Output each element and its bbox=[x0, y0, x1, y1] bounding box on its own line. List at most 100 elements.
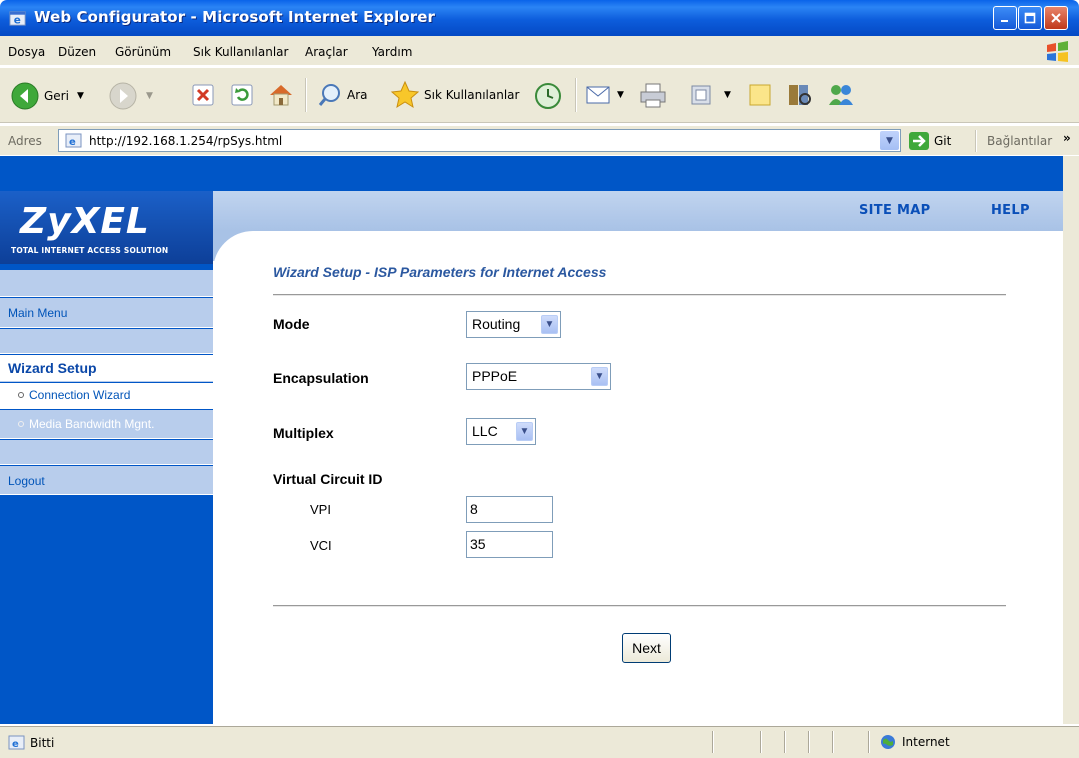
page-done-icon: e bbox=[8, 735, 25, 750]
edit-dropdown-icon[interactable]: ▼ bbox=[724, 90, 731, 100]
back-button[interactable]: Geri ▼ bbox=[10, 81, 84, 111]
back-dropdown-icon[interactable]: ▼ bbox=[77, 91, 84, 101]
menu-bar: Dosya Düzen Görünüm Sık Kullanılanlar Ar… bbox=[0, 36, 1079, 66]
links-label[interactable]: Bağlantılar bbox=[987, 134, 1052, 148]
sidebar-item-logout[interactable]: Logout bbox=[0, 466, 213, 495]
scrollbar[interactable] bbox=[1063, 156, 1079, 724]
minimize-button[interactable] bbox=[993, 6, 1017, 30]
sidebar-item-connection-wizard[interactable]: Connection Wizard bbox=[0, 383, 213, 409]
favorites-button[interactable]: Sık Kullanılanlar bbox=[390, 80, 519, 110]
help-link[interactable]: HELP bbox=[991, 203, 1030, 218]
status-separator bbox=[868, 731, 870, 753]
forward-arrow-icon bbox=[109, 82, 137, 110]
star-icon bbox=[390, 80, 420, 109]
home-button[interactable] bbox=[267, 81, 295, 109]
status-separator bbox=[712, 731, 714, 753]
address-bar: Adres e http://192.168.1.254/rpSys.html … bbox=[0, 125, 1079, 155]
go-label: Git bbox=[934, 134, 952, 148]
main-menu-label: Main Menu bbox=[8, 306, 68, 320]
title-bar: e Web Configurator - Microsoft Internet … bbox=[0, 0, 1079, 36]
chevron-down-icon: ▼ bbox=[591, 367, 608, 386]
divider bbox=[273, 605, 1006, 607]
menu-view[interactable]: Görünüm bbox=[115, 45, 171, 59]
media-bandwidth-link: Media Bandwidth Mgnt. bbox=[18, 417, 154, 431]
next-button[interactable]: Next bbox=[622, 633, 671, 663]
chevron-down-icon: ▼ bbox=[516, 422, 533, 441]
chevron-right-icon[interactable]: » bbox=[1063, 131, 1071, 145]
svg-text:e: e bbox=[69, 137, 76, 148]
stop-icon bbox=[192, 84, 214, 106]
mode-value: Routing bbox=[472, 316, 521, 332]
address-input[interactable]: e http://192.168.1.254/rpSys.html ▼ bbox=[58, 129, 901, 152]
maximize-icon bbox=[1024, 12, 1036, 24]
close-button[interactable] bbox=[1044, 6, 1068, 30]
history-button[interactable] bbox=[533, 81, 563, 111]
media-bandwidth-label: Media Bandwidth Mgnt. bbox=[29, 417, 155, 431]
encapsulation-label: Encapsulation bbox=[273, 370, 369, 386]
toolbar-divider bbox=[575, 78, 577, 112]
refresh-button[interactable] bbox=[230, 83, 254, 107]
multiplex-select[interactable]: LLC ▼ bbox=[466, 418, 536, 445]
connection-wizard-label: Connection Wizard bbox=[29, 388, 131, 402]
zone-label: Internet bbox=[902, 735, 950, 749]
page-icon: e bbox=[65, 133, 82, 148]
multiplex-value: LLC bbox=[472, 423, 498, 439]
research-button[interactable] bbox=[786, 81, 814, 109]
print-button[interactable] bbox=[638, 81, 668, 109]
page-title: Wizard Setup - ISP Parameters for Intern… bbox=[273, 264, 607, 280]
globe-icon bbox=[881, 735, 895, 749]
encapsulation-select[interactable]: PPPoE ▼ bbox=[466, 363, 611, 390]
status-separator bbox=[784, 731, 786, 753]
vci-input[interactable]: 35 bbox=[466, 531, 553, 558]
forward-dropdown-icon[interactable]: ▼ bbox=[146, 91, 153, 101]
chevron-down-icon: ▼ bbox=[541, 315, 558, 334]
edit-button[interactable]: ▼ bbox=[690, 84, 731, 106]
logo-tagline: TOTAL INTERNET ACCESS SOLUTION bbox=[11, 246, 169, 255]
mail-dropdown-icon[interactable]: ▼ bbox=[617, 90, 624, 100]
radio-icon bbox=[18, 391, 24, 398]
mail-button[interactable]: ▼ bbox=[585, 82, 624, 108]
menu-file[interactable]: Dosya bbox=[8, 45, 45, 59]
refresh-icon bbox=[231, 84, 253, 106]
logo-text: ZyXEL bbox=[20, 201, 150, 242]
site-map-link[interactable]: SITE MAP bbox=[859, 203, 930, 218]
research-icon bbox=[789, 85, 811, 105]
sidebar-spacer bbox=[0, 270, 213, 297]
vpi-input[interactable]: 8 bbox=[466, 496, 553, 523]
menu-help[interactable]: Yardım bbox=[372, 45, 412, 59]
sidebar-item-media-bandwidth[interactable]: Media Bandwidth Mgnt. bbox=[0, 410, 213, 439]
menu-edit[interactable]: Düzen bbox=[58, 45, 96, 59]
header-band bbox=[213, 191, 1063, 231]
address-dropdown-icon[interactable]: ▼ bbox=[880, 131, 899, 150]
maximize-button[interactable] bbox=[1018, 6, 1042, 30]
mode-label: Mode bbox=[273, 316, 310, 332]
sidebar: ZyXEL TOTAL INTERNET ACCESS SOLUTION Mai… bbox=[0, 191, 213, 724]
address-url: http://192.168.1.254/rpSys.html bbox=[89, 134, 283, 148]
divider bbox=[273, 294, 1006, 296]
vpi-label: VPI bbox=[310, 502, 331, 517]
encapsulation-value: PPPoE bbox=[472, 368, 518, 384]
logout-label: Logout bbox=[8, 474, 45, 488]
sidebar-item-wizard-setup[interactable]: Wizard Setup bbox=[0, 355, 213, 382]
go-button[interactable]: Git bbox=[908, 131, 951, 151]
wizard-setup-label: Wizard Setup bbox=[8, 360, 97, 376]
radio-icon bbox=[18, 420, 24, 427]
folder-note-icon bbox=[749, 84, 771, 106]
close-icon bbox=[1051, 13, 1061, 23]
forward-button[interactable]: ▼ bbox=[108, 81, 153, 111]
stop-button[interactable] bbox=[191, 83, 215, 107]
vci-label: VCI bbox=[310, 538, 332, 553]
search-label: Ara bbox=[347, 88, 368, 102]
messenger-button[interactable] bbox=[826, 81, 856, 109]
status-text: Bitti bbox=[30, 736, 55, 750]
sidebar-item-main-menu[interactable]: Main Menu bbox=[0, 298, 213, 328]
favorites-label: Sık Kullanılanlar bbox=[424, 88, 520, 102]
menu-favorites[interactable]: Sık Kullanılanlar bbox=[193, 45, 288, 59]
mail-icon bbox=[586, 86, 610, 104]
menu-tools[interactable]: Araçlar bbox=[305, 45, 348, 59]
discuss-button[interactable] bbox=[748, 82, 774, 108]
status-bar: e Bitti Internet bbox=[0, 726, 1079, 758]
search-button[interactable]: Ara bbox=[317, 82, 368, 108]
back-label: Geri bbox=[44, 89, 69, 103]
mode-select[interactable]: Routing ▼ bbox=[466, 311, 561, 338]
